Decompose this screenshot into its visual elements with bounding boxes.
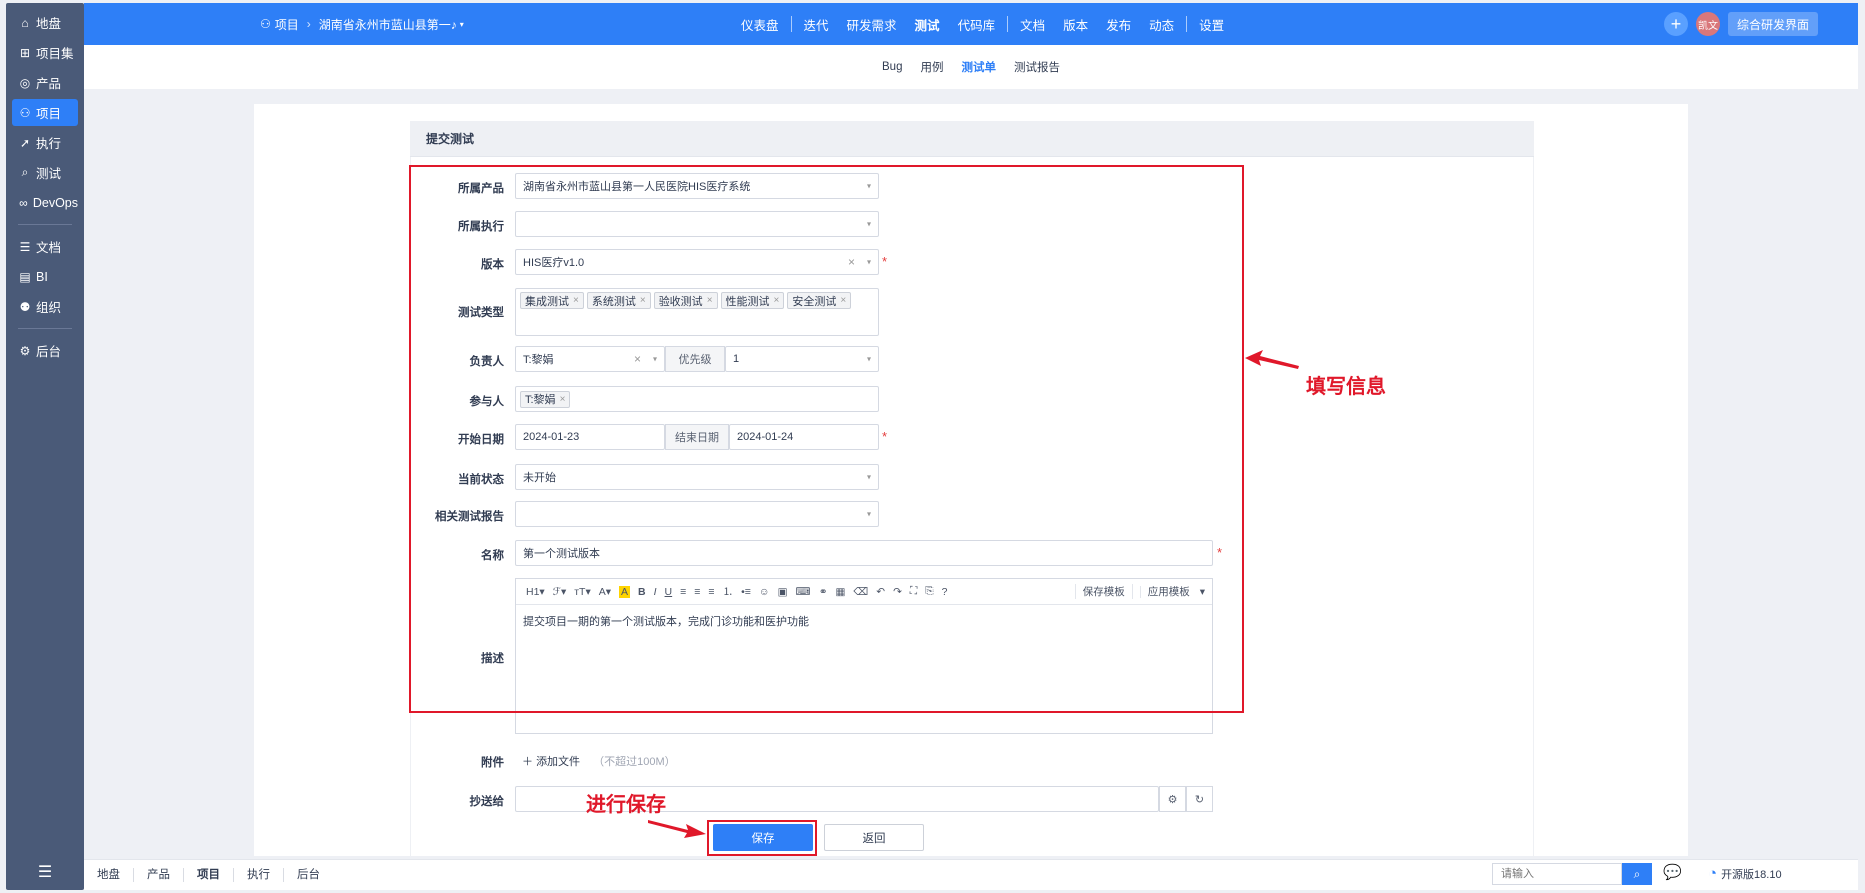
- chart-icon: ▤: [19, 269, 31, 284]
- grid-icon: ⊞: [19, 45, 31, 60]
- sub-nav: Bug 用例 测试单 测试报告: [84, 45, 1858, 89]
- annotation-fill-info: 填写信息: [1306, 376, 1386, 398]
- bottom-tab-dashboard[interactable]: 地盘: [84, 868, 134, 882]
- search-input[interactable]: [1492, 863, 1622, 885]
- sidebar-item-product[interactable]: ◎ 产品: [12, 69, 78, 96]
- project-icon: ⚇: [260, 17, 271, 31]
- switch-interface-button[interactable]: 综合研发界面: [1727, 12, 1818, 36]
- nav-requirement[interactable]: 研发需求: [838, 15, 906, 34]
- doc-icon: ☰: [19, 239, 31, 254]
- nav-divider: [790, 16, 792, 32]
- run-icon: ➚: [19, 135, 31, 150]
- breadcrumb: ⚇ 项目 › 湖南省永州市蓝山县第一♪ ▾: [260, 3, 464, 45]
- nav-dynamic[interactable]: 动态: [1140, 15, 1183, 34]
- files-label: 附件: [481, 757, 504, 769]
- annotation-arrow-right-icon: [648, 820, 706, 838]
- tab-case[interactable]: 用例: [920, 59, 943, 75]
- chevron-down-icon[interactable]: ▾: [460, 20, 464, 29]
- nav-release[interactable]: 发布: [1097, 15, 1140, 34]
- annotation-save: 进行保存: [586, 794, 666, 816]
- top-header: ⚇ 项目 › 湖南省永州市蓝山县第一♪ ▾ 仪表盘 迭代 研发需求 测试 代码库…: [84, 3, 1858, 45]
- sidebar-item-project[interactable]: ⚇ 项目: [12, 99, 78, 126]
- sidebar-item-doc[interactable]: ☰ 文档: [12, 233, 78, 260]
- bottom-tab-project[interactable]: 项目: [184, 868, 234, 882]
- create-plus-icon[interactable]: +: [1663, 12, 1688, 36]
- infinity-icon: ∞: [19, 195, 28, 210]
- nav-test[interactable]: 测试: [906, 15, 949, 34]
- nav-divider: [1186, 16, 1188, 32]
- nav-repo[interactable]: 代码库: [949, 15, 1005, 34]
- nav-settings[interactable]: 设置: [1190, 15, 1233, 34]
- nav-divider: [1007, 16, 1009, 32]
- bottom-tab-product[interactable]: 产品: [134, 868, 184, 882]
- sidebar-divider: [18, 224, 72, 225]
- sidebar-item-bi[interactable]: ▤ BI: [12, 263, 78, 290]
- form-title: 提交测试: [410, 121, 1534, 157]
- settings-icon[interactable]: ⚙: [1159, 786, 1186, 812]
- back-button[interactable]: 返回: [824, 824, 924, 851]
- people-icon: ⚉: [19, 299, 31, 314]
- version-info[interactable]: ◔ 开源版18.10: [1708, 865, 1782, 882]
- tab-testtask[interactable]: 测试单: [961, 59, 996, 75]
- sidebar-item-program[interactable]: ⊞ 项目集: [12, 39, 78, 66]
- refresh-icon[interactable]: ↻: [1186, 786, 1213, 812]
- header-actions: + 凯文 综合研发界面: [1663, 3, 1818, 45]
- sidebar-item-test[interactable]: ⌕ 测试: [12, 159, 78, 186]
- bottom-tab-admin[interactable]: 后台: [284, 868, 333, 882]
- nav-build[interactable]: 版本: [1054, 15, 1097, 34]
- nav-doc[interactable]: 文档: [1011, 15, 1054, 34]
- sidebar-item-execution[interactable]: ➚ 执行: [12, 129, 78, 156]
- sidebar-item-org[interactable]: ⚉ 组织: [12, 293, 78, 320]
- chevron-right-icon: ›: [306, 17, 311, 31]
- sidebar-item-admin[interactable]: ⚙ 后台: [12, 337, 78, 364]
- product-icon: ◎: [19, 75, 31, 90]
- nav-dashboard[interactable]: 仪表盘: [732, 15, 788, 34]
- sidebar-item-devops[interactable]: ∞ DevOps: [12, 189, 78, 216]
- sidebar-item-dashboard[interactable]: ⌂ 地盘: [12, 9, 78, 36]
- menu-toggle-icon[interactable]: ☰: [6, 862, 84, 882]
- bottom-tab-execution[interactable]: 执行: [234, 868, 284, 882]
- project-icon: ⚇: [19, 105, 31, 120]
- annotation-arrow-left-icon: [1245, 350, 1299, 369]
- zentao-logo-icon: ◔: [1708, 865, 1718, 882]
- test-icon: ⌕: [21, 165, 29, 179]
- gear-icon: ⚙: [19, 343, 31, 358]
- sidebar: ⌂ 地盘 ⊞ 项目集 ◎ 产品 ⚇ 项目 ➚ 执行 ⌕ 测试 ∞ DevOps ☰ 文档 ▤ BI…: [6, 3, 84, 890]
- chat-ai-icon[interactable]: 💬: [1663, 863, 1682, 881]
- annotation-box-save: [707, 820, 817, 856]
- tab-testreport[interactable]: 测试报告: [1014, 59, 1060, 75]
- annotation-box-form: [409, 165, 1244, 713]
- file-limit-hint: （不超过100M）: [593, 756, 676, 768]
- main-nav: 仪表盘 迭代 研发需求 测试 代码库 文档 版本 发布 动态 设置: [732, 3, 1233, 45]
- tab-bug[interactable]: Bug: [882, 61, 902, 73]
- add-file-link[interactable]: ＋ 添加文件 （不超过100M）: [522, 753, 676, 769]
- nav-iteration[interactable]: 迭代: [795, 15, 838, 34]
- sidebar-divider: [18, 328, 72, 329]
- search-icon[interactable]: ⌕: [1622, 863, 1652, 885]
- project-switcher[interactable]: 湖南省永州市蓝山县第一♪: [319, 16, 457, 33]
- breadcrumb-root[interactable]: 项目: [275, 16, 299, 33]
- plus-icon: ＋: [522, 756, 533, 768]
- avatar[interactable]: 凯文: [1695, 12, 1720, 36]
- mailto-label: 抄送给: [469, 796, 505, 808]
- home-icon: ⌂: [21, 15, 29, 30]
